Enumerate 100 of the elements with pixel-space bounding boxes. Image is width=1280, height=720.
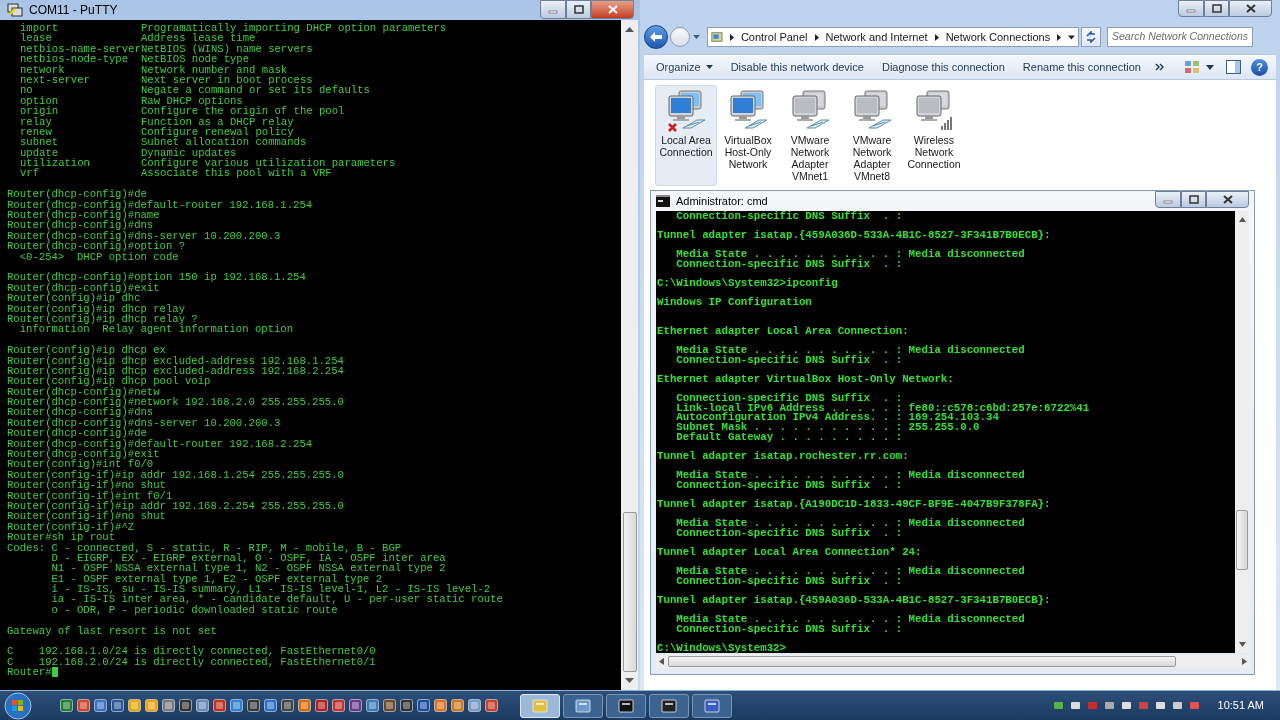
app-shortcut-icon[interactable] [94, 699, 107, 712]
option-name: next-server [19, 74, 91, 86]
terminal-line: Router(config-if)#ip addr 192.168.1.254 255.255.255.0 [7, 469, 344, 481]
breadcrumb-separator-icon[interactable] [934, 33, 939, 41]
app-shortcut-icon[interactable] [281, 699, 294, 712]
scrollbar-thumb[interactable] [622, 512, 637, 672]
tray-icon[interactable] [1120, 700, 1132, 711]
preview-pane-icon[interactable] [1226, 60, 1241, 74]
scroll-left-icon[interactable] [659, 658, 664, 665]
address-dropdown-icon[interactable] [1068, 34, 1075, 40]
breadcrumb-item[interactable]: Control Panel [740, 28, 808, 46]
taskbar-window-button[interactable] [606, 693, 646, 718]
console-line: Connection-specific DNS Suffix . : [675, 576, 904, 587]
toolbar-button[interactable]: Rename this connection [1022, 58, 1141, 76]
address-bar[interactable]: Control Panel Network and Internet Network Connections [707, 27, 1079, 47]
tray-icon[interactable] [1052, 700, 1064, 711]
history-dropdown-icon[interactable] [692, 34, 701, 40]
app-shortcut-icon[interactable] [468, 699, 481, 712]
option-name: netbios-name-server [19, 43, 141, 55]
app-shortcut-icon[interactable] [145, 699, 158, 712]
app-shortcut-icon[interactable] [179, 699, 192, 712]
help-button[interactable]: ? [1251, 58, 1268, 76]
option-description: Subnet allocation commands [141, 137, 307, 148]
window-icon [532, 698, 548, 713]
app-shortcut-icon[interactable] [451, 699, 464, 712]
taskbar-window-button[interactable] [692, 693, 732, 718]
scroll-up-icon[interactable] [1238, 217, 1246, 222]
view-dropdown-icon[interactable] [1206, 64, 1214, 70]
breadcrumb-item[interactable]: Network Connections [945, 28, 1051, 46]
app-shortcut-icon[interactable] [213, 699, 226, 712]
breadcrumb-separator-icon[interactable] [814, 33, 819, 41]
app-shortcut-icon[interactable] [485, 699, 498, 712]
terminal-app-icon [7, 3, 23, 17]
breadcrumb-item[interactable]: Network and Internet [825, 28, 928, 46]
taskbar-window-button[interactable] [649, 693, 689, 718]
terminal-line: Router(dhcp-config)#name [7, 210, 160, 221]
app-shortcut-icon[interactable] [332, 699, 345, 712]
app-shortcut-icon[interactable] [247, 699, 260, 712]
scrollbar-thumb[interactable] [1236, 510, 1248, 570]
tray-icon[interactable] [1103, 700, 1115, 711]
app-shortcut-icon[interactable] [315, 699, 328, 712]
minimize-button[interactable] [1155, 191, 1181, 208]
scroll-up-icon[interactable] [625, 26, 634, 32]
scrollbar[interactable] [621, 20, 638, 690]
start-button[interactable] [2, 691, 34, 720]
scroll-right-icon[interactable] [1242, 658, 1247, 665]
tray-icon[interactable] [1154, 700, 1166, 711]
scroll-down-icon[interactable] [625, 678, 634, 684]
maximize-icon [1211, 4, 1222, 13]
taskbar-window-button[interactable] [563, 693, 603, 718]
back-button[interactable] [644, 25, 668, 49]
app-shortcut-icon[interactable] [434, 699, 447, 712]
app-shortcut-icon[interactable] [77, 699, 90, 712]
more-commands-icon[interactable] [1154, 63, 1165, 71]
console-line: Connection-specific DNS Suffix . : [675, 394, 904, 404]
connection-label: VMware Network Adapter VMnet1 [789, 134, 831, 182]
option-description: Dynamic updates [141, 147, 237, 159]
scroll-down-icon[interactable] [1238, 642, 1246, 647]
app-shortcut-icon[interactable] [417, 699, 430, 712]
breadcrumb-separator-icon[interactable] [729, 33, 734, 41]
tray-icon[interactable] [1171, 700, 1183, 711]
window-icon [661, 698, 677, 713]
toolbar-button[interactable]: Organize [656, 58, 713, 76]
app-shortcut-icon[interactable] [60, 699, 73, 712]
maximize-button[interactable] [1204, 0, 1229, 17]
app-shortcut-icon[interactable] [196, 699, 209, 712]
view-options-icon[interactable] [1184, 60, 1200, 74]
close-button[interactable] [1206, 191, 1249, 208]
console-line: Windows IP Configuration [657, 298, 813, 308]
scrollbar-thumb[interactable] [668, 656, 1176, 667]
app-shortcut-icon[interactable] [400, 699, 413, 712]
tray-icon[interactable] [1069, 700, 1081, 711]
refresh-button[interactable] [1081, 27, 1101, 47]
app-shortcut-icon[interactable] [230, 699, 243, 712]
toolbar-button[interactable]: Disable this network device [730, 58, 864, 76]
toolbar-button[interactable]: Diagnose this connection [881, 58, 1005, 76]
scrollbar[interactable] [1235, 211, 1249, 653]
connection-label: VMware Network Adapter VMnet8 [851, 134, 893, 182]
app-shortcut-icon[interactable] [366, 699, 379, 712]
breadcrumb-separator-icon[interactable] [1057, 33, 1062, 41]
minimize-button[interactable] [540, 0, 566, 19]
minimize-button[interactable] [1178, 0, 1204, 17]
app-shortcut-icon[interactable] [111, 699, 124, 712]
network-connection-item[interactable]: VirtualBox Host-Only Network [717, 85, 779, 186]
maximize-button[interactable] [566, 0, 591, 19]
close-button[interactable] [591, 0, 634, 19]
search-field[interactable]: Search Network Connections [1107, 27, 1253, 47]
app-shortcut-icon[interactable] [162, 699, 175, 712]
terminal-line: information Relay agent information option [19, 324, 294, 335]
close-button[interactable] [1229, 0, 1272, 17]
app-shortcut-icon[interactable] [383, 699, 396, 712]
app-shortcut-icon[interactable] [298, 699, 311, 712]
app-shortcut-icon[interactable] [128, 699, 141, 712]
network-connection-item[interactable]: Local Area Connection [655, 85, 717, 186]
terminal-line: Gateway of last resort is not set [7, 625, 217, 637]
app-shortcut-icon[interactable] [349, 699, 362, 712]
app-shortcut-icon[interactable] [264, 699, 277, 712]
terminal-line: Router(dhcp-config)#option ? [7, 241, 185, 252]
maximize-button[interactable] [1181, 191, 1206, 208]
horizontal-scrollbar[interactable] [656, 655, 1250, 668]
